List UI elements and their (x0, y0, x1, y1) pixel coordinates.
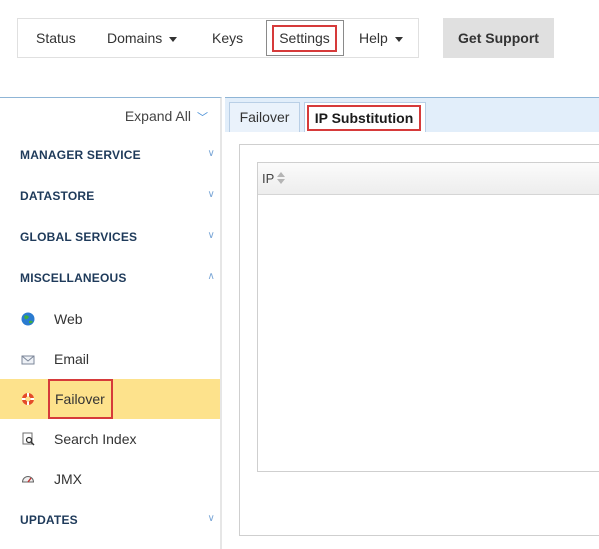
section-label: GLOBAL SERVICES (20, 230, 138, 244)
sidebar-item-jmx[interactable]: JMX (0, 459, 220, 499)
nav-help-label: Help (359, 30, 388, 46)
section-label: MISCELLANEOUS (20, 271, 127, 285)
double-chevron-down-icon: ∨ (207, 148, 215, 159)
expand-all-label: Expand All (124, 108, 191, 124)
section-global-services[interactable]: GLOBAL SERVICES ∨ (20, 230, 215, 250)
sort-icon[interactable] (276, 171, 286, 185)
sidebar-item-label: Failover (55, 391, 105, 407)
chevron-down-icon (394, 36, 403, 42)
content-panel: IP (239, 144, 599, 536)
gauge-icon (21, 476, 35, 483)
nav-settings-label: Settings (272, 25, 337, 52)
tab-failover[interactable]: Failover (229, 102, 300, 132)
envelope-icon (21, 355, 35, 365)
search-index-icon (22, 432, 35, 446)
double-chevron-down-icon: ∨ (207, 230, 215, 241)
double-chevron-down-icon: ∨ (207, 513, 215, 524)
top-navigation: Status Domains Keys Settings Help (17, 18, 419, 58)
column-header-ip[interactable]: IP (262, 171, 274, 186)
sidebar-item-label: Email (54, 351, 90, 367)
sidebar-item-label: JMX (54, 471, 82, 487)
sidebar-item-failover[interactable]: Failover (0, 379, 220, 419)
section-label: DATASTORE (20, 189, 95, 203)
section-datastore[interactable]: DATASTORE ∨ (20, 189, 215, 209)
chevron-down-icon (169, 36, 178, 42)
tab-bar: Failover IP Substitution (225, 98, 599, 132)
double-chevron-down-icon: ﹀ (197, 112, 208, 124)
main-panel: Failover IP Substitution IP (225, 97, 599, 549)
double-chevron-up-icon: ∧ (207, 271, 215, 282)
nav-status[interactable]: Status (36, 19, 76, 57)
sidebar-item-email[interactable]: Email (0, 339, 220, 379)
nav-settings[interactable]: Settings (266, 20, 344, 56)
section-label: UPDATES (20, 513, 78, 527)
grid-header: IP (258, 163, 599, 195)
section-miscellaneous[interactable]: MISCELLANEOUS ∧ (20, 271, 215, 291)
nav-domains-label: Domains (107, 30, 163, 46)
nav-status-label: Status (36, 30, 76, 46)
sidebar: Expand All ﹀ MANAGER SERVICE ∨ DATASTORE … (0, 97, 222, 549)
nav-domains[interactable]: Domains (107, 19, 178, 57)
section-manager-service[interactable]: MANAGER SERVICE ∨ (20, 148, 215, 168)
nav-keys-label: Keys (212, 30, 244, 46)
ip-grid: IP (257, 162, 599, 472)
expand-all-button[interactable]: Expand All ﹀ (125, 108, 208, 125)
sidebar-item-label: Search Index (54, 431, 137, 447)
double-chevron-down-icon: ∨ (207, 189, 215, 200)
globe-icon (21, 312, 35, 326)
sidebar-item-web[interactable]: Web (0, 299, 220, 339)
nav-help[interactable]: Help (359, 19, 403, 57)
section-label: MANAGER SERVICE (20, 148, 141, 162)
sidebar-item-search-index[interactable]: Search Index (0, 419, 220, 459)
sidebar-item-label: Web (54, 311, 83, 327)
section-updates[interactable]: UPDATES ∨ (20, 513, 215, 533)
tab-ip-substitution[interactable]: IP Substitution (304, 102, 426, 132)
get-support-button[interactable]: Get Support (443, 18, 554, 58)
lifebuoy-icon (22, 393, 34, 405)
tab-ip-substitution-label: IP Substitution (307, 105, 421, 131)
nav-keys[interactable]: Keys (212, 19, 243, 57)
